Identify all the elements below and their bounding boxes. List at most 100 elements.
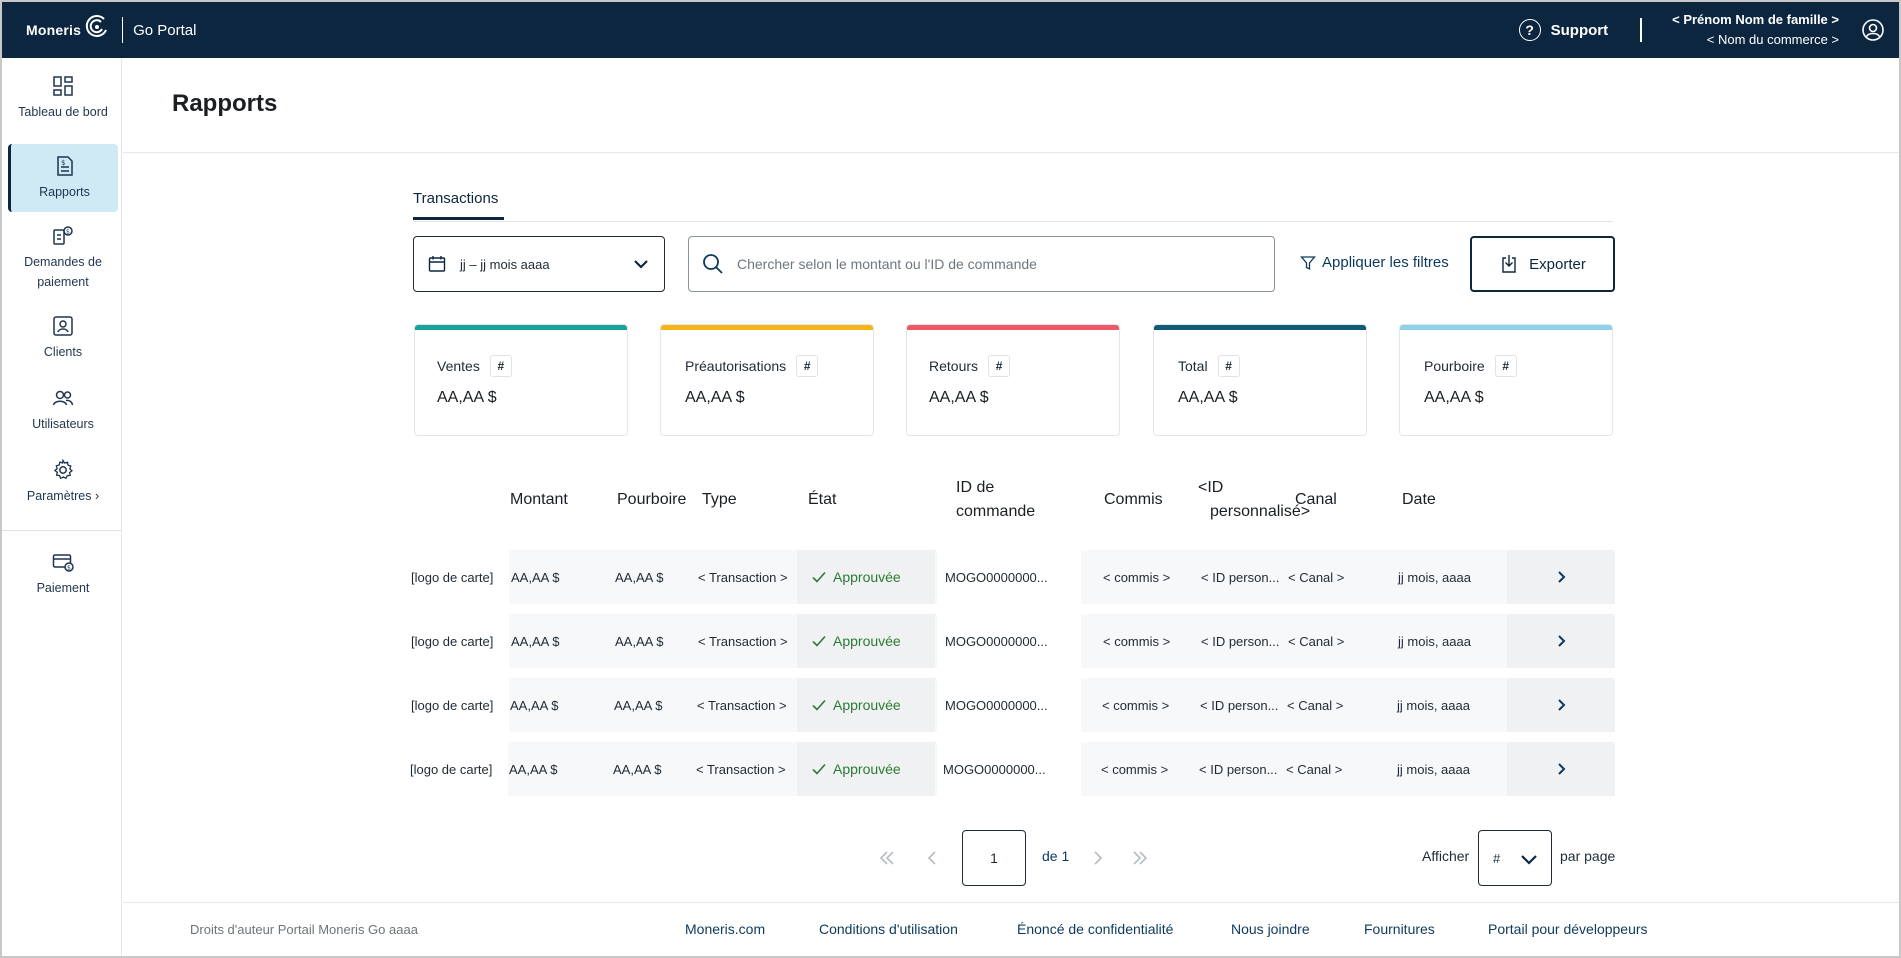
column-header-line: personnalisé> [1210, 503, 1311, 520]
chevron-right-icon [1558, 763, 1566, 775]
status-badge: Approuvée [797, 550, 935, 604]
sidebar-item-label: Paiement [36, 581, 90, 595]
row-details-button[interactable] [1507, 614, 1615, 668]
custom-id-cell: < ID person... [1199, 761, 1278, 777]
table-row[interactable]: [logo de carte] AA,AA $ AA,AA $ < Transa… [411, 550, 1615, 604]
row-details-button[interactable] [1507, 742, 1615, 796]
header-separator [1640, 18, 1643, 42]
card-value: AA,AA $ [1178, 389, 1238, 406]
card-value: AA,AA $ [929, 389, 989, 406]
sidebar-item-label: Demandes de paiement [24, 255, 102, 289]
card-label: Préautorisations [685, 358, 787, 374]
footer-link-privacy[interactable]: Énoncé de confidentialité [1017, 921, 1173, 937]
clerk-cell: < commis > [1103, 633, 1171, 649]
order-id-cell: MOGO0000000... [937, 678, 1081, 732]
amount-cell: AA,AA $ [509, 761, 558, 777]
apply-filters-button[interactable]: Appliquer les filtres [1300, 254, 1449, 271]
card-label: Total [1178, 358, 1208, 374]
next-page-icon[interactable] [1088, 848, 1108, 868]
footer-link-supplies[interactable]: Fournitures [1364, 921, 1435, 937]
page-title: Rapports [172, 90, 278, 117]
payment-card-icon: $ [52, 554, 74, 572]
column-header-clerk[interactable]: Commis [1104, 488, 1163, 512]
chevron-down-icon [634, 260, 648, 269]
status-label: Approuvée [833, 633, 901, 649]
table-row[interactable]: [logo de carte] AA,AA $ AA,AA $ < Transa… [411, 614, 1615, 668]
search-input[interactable] [737, 256, 1237, 272]
tip-cell: AA,AA $ [613, 761, 662, 777]
column-header-tip[interactable]: Pourboire [617, 488, 686, 512]
tip-cell: AA,AA $ [615, 569, 664, 585]
help-circle-icon: ? [1518, 19, 1541, 41]
date-range-value: jj – jj mois aaaa [460, 256, 550, 272]
channel-cell: < Canal > [1288, 633, 1345, 649]
date-range-select[interactable]: jj – jj mois aaaa [413, 236, 665, 292]
sidebar-item-label: Tableau de bord [18, 105, 108, 119]
card-accent [907, 325, 1119, 330]
moneris-logo: Moneris [26, 14, 110, 40]
sidebar-item-users[interactable]: Utilisateurs [8, 378, 118, 442]
column-header-custom-id[interactable]: <ID personnalisé> [1198, 476, 1310, 524]
tab-transactions[interactable]: Transactions [413, 190, 504, 220]
brand[interactable]: Moneris Go Portal [26, 14, 197, 43]
column-header-type[interactable]: Type [702, 488, 737, 512]
sidebar-item-settings[interactable]: Paramètres › [8, 450, 118, 514]
card-logo-cell: [logo de carte] [411, 614, 509, 668]
status-badge: Approuvée [797, 614, 935, 668]
sidebar-item-reports[interactable]: $ Rapports [8, 144, 118, 212]
column-header-channel[interactable]: Canal [1295, 488, 1337, 512]
type-cell: < Transaction > [697, 697, 787, 713]
export-button[interactable]: Exporter [1470, 236, 1615, 292]
card-accent [661, 325, 873, 330]
per-page-select[interactable]: # [1478, 830, 1552, 886]
column-header-date[interactable]: Date [1402, 488, 1436, 512]
card-count: # [988, 355, 1011, 377]
sidebar-item-clients[interactable]: Clients [8, 306, 118, 370]
footer-link-terms[interactable]: Conditions d'utilisation [819, 921, 958, 937]
summary-card-sales: Ventes # AA,AA $ [414, 324, 628, 436]
sidebar-item-label: Rapports [39, 185, 90, 199]
first-page-icon[interactable] [877, 848, 897, 868]
column-header-state[interactable]: État [808, 488, 836, 512]
footer-link-moneris[interactable]: Moneris.com [685, 921, 765, 937]
checkmark-icon [812, 763, 826, 775]
page-number-input[interactable]: 1 [962, 830, 1026, 886]
per-page-label: par page [1560, 848, 1616, 864]
download-icon [1502, 255, 1516, 273]
moneris-swirl-icon [85, 14, 107, 37]
card-accent [1400, 325, 1612, 330]
chevron-down-icon [1521, 855, 1537, 865]
footer-link-developers[interactable]: Portail pour développeurs [1488, 921, 1648, 937]
column-header-amount[interactable]: Montant [510, 488, 568, 512]
amount-cell: AA,AA $ [510, 697, 559, 713]
column-header-line: ID de [956, 479, 995, 496]
channel-cell: < Canal > [1287, 697, 1344, 713]
column-header-line: commande [956, 503, 1036, 520]
previous-page-icon[interactable] [922, 848, 942, 868]
portal-name: Go Portal [133, 21, 197, 39]
user-menu[interactable]: < Prénom Nom de famille > < Nom du comme… [1672, 10, 1839, 50]
search-box [688, 236, 1275, 292]
custom-id-cell: < ID person... [1201, 633, 1280, 649]
user-account-icon[interactable] [1861, 18, 1885, 42]
order-id-cell: MOGO0000000... [937, 614, 1081, 668]
brand-name: Moneris [26, 22, 82, 38]
card-logo-cell: [logo de carte] [411, 678, 509, 732]
table-row[interactable]: [logo de carte] AA,AA $ AA,AA $ < Transa… [411, 678, 1615, 732]
card-value: AA,AA $ [685, 389, 745, 406]
per-page-value: # [1493, 850, 1501, 866]
card-logo-cell: [logo de carte] [410, 742, 508, 796]
table-row[interactable]: [logo de carte] AA,AA $ AA,AA $ < Transa… [410, 742, 1615, 796]
summary-card-total: Total # AA,AA $ [1153, 324, 1367, 436]
row-details-button[interactable] [1507, 678, 1615, 732]
column-header-order-id[interactable]: ID de commande [956, 476, 1035, 524]
last-page-icon[interactable] [1130, 848, 1150, 868]
row-details-button[interactable] [1507, 550, 1615, 604]
sidebar-item-payment-requests[interactable]: $ Demandes de paiement [8, 218, 118, 298]
tab-bar: Transactions [413, 186, 1613, 222]
support-link[interactable]: ? Support [1518, 19, 1608, 41]
footer-link-contact[interactable]: Nous joindre [1231, 921, 1310, 937]
sidebar-item-dashboard[interactable]: Tableau de bord [8, 66, 118, 130]
sidebar-item-payment[interactable]: $ Paiement [8, 542, 118, 606]
chevron-right-icon [1558, 571, 1566, 583]
